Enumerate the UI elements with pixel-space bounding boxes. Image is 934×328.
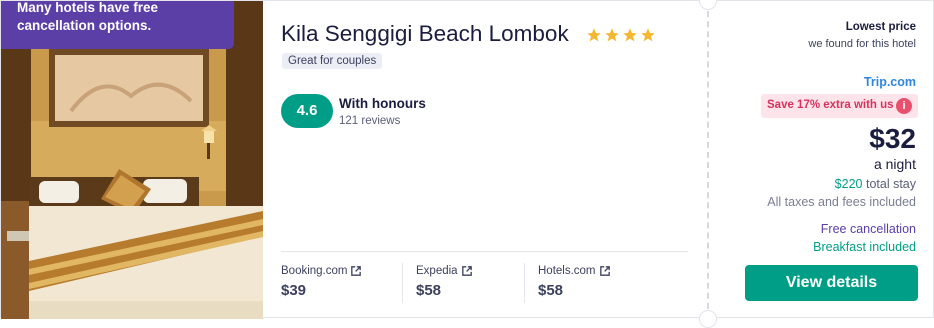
total-amount: $220 bbox=[834, 177, 863, 191]
taxes-note: All taxes and fees included bbox=[767, 195, 916, 209]
rating-label: With honours bbox=[339, 96, 426, 111]
ota-price: $58 bbox=[416, 282, 442, 299]
ota-separator bbox=[402, 263, 403, 303]
ticket-notch-bottom bbox=[699, 310, 717, 328]
lowest-price-title: Lowest price bbox=[845, 21, 916, 33]
view-details-button[interactable]: View details bbox=[745, 265, 918, 301]
free-cancellation-promo: Many hotels have free cancellation optio… bbox=[1, 1, 234, 49]
great-for-couples-tag: Great for couples bbox=[282, 53, 383, 69]
ota-name: Booking.com bbox=[281, 265, 348, 277]
save-badge-text: Save 17% extra with us bbox=[767, 99, 894, 111]
breakfast-label: Breakfast included bbox=[813, 240, 916, 254]
promo-line-1: Many hotels have free bbox=[17, 1, 159, 15]
per-night-label: a night bbox=[873, 156, 916, 172]
external-link-icon bbox=[351, 266, 362, 276]
ticket-divider bbox=[707, 1, 709, 319]
save-extra-badge: Save 17% extra with us i bbox=[761, 94, 918, 118]
star-icon bbox=[623, 28, 637, 42]
ota-separator bbox=[524, 263, 525, 303]
star-icon bbox=[641, 28, 655, 42]
ota-divider bbox=[281, 251, 688, 252]
ota-booking[interactable]: Booking.com $39 bbox=[281, 265, 362, 299]
provider-name[interactable]: Trip.com bbox=[864, 75, 916, 89]
total-stay: $220 total stay bbox=[835, 177, 916, 191]
nightly-price: $32 bbox=[869, 123, 916, 154]
review-count[interactable]: 121 reviews bbox=[339, 115, 400, 127]
ota-name: Expedia bbox=[416, 265, 458, 277]
external-link-icon bbox=[461, 266, 472, 276]
star-icon bbox=[587, 28, 601, 42]
free-cancellation-label: Free cancellation bbox=[820, 222, 916, 236]
ota-name: Hotels.com bbox=[538, 265, 596, 277]
star-icon bbox=[605, 28, 619, 42]
review-score-badge: 4.6 bbox=[281, 94, 333, 128]
total-label: total stay bbox=[865, 177, 916, 191]
ota-price: $58 bbox=[538, 282, 564, 299]
info-icon[interactable]: i bbox=[896, 98, 912, 114]
ticket-notch-top bbox=[699, 0, 717, 10]
lowest-price-subtitle: we found for this hotel bbox=[808, 38, 916, 50]
hotel-photo[interactable]: Many hotels have free cancellation optio… bbox=[1, 1, 263, 319]
ota-expedia[interactable]: Expedia $58 bbox=[416, 265, 472, 299]
promo-line-2: cancellation options. bbox=[17, 18, 152, 33]
ota-hotels[interactable]: Hotels.com $58 bbox=[538, 265, 610, 299]
ota-price: $39 bbox=[281, 282, 307, 299]
hotel-name[interactable]: Kila Senggigi Beach Lombok bbox=[281, 21, 569, 47]
hotel-result-card: Many hotels have free cancellation optio… bbox=[0, 0, 934, 328]
star-rating bbox=[586, 27, 656, 43]
external-link-icon bbox=[599, 266, 610, 276]
